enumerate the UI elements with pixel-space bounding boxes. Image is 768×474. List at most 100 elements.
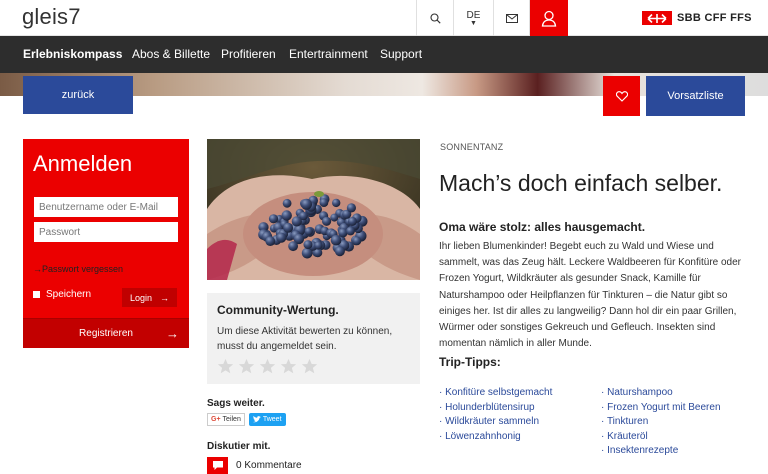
blueberry: [303, 240, 313, 250]
google-icon: G+: [211, 416, 221, 423]
mail-button[interactable]: [493, 0, 530, 36]
twitter-bird-icon: [252, 416, 261, 423]
blueberry: [338, 228, 348, 238]
trip-tip-link[interactable]: Tinkturen: [601, 415, 721, 430]
blueberry: [346, 226, 355, 236]
tweet-button[interactable]: Tweet: [248, 413, 286, 426]
forgot-password-link[interactable]: →Passwort vergessen: [33, 264, 123, 274]
nav-profitieren[interactable]: Profitieren: [221, 47, 276, 61]
star-icon[interactable]: [238, 358, 255, 375]
rating-stars[interactable]: [217, 358, 318, 375]
remember-label: Speichern: [46, 289, 92, 300]
login-panel: Anmelden →Passwort vergessen Speichern L…: [23, 139, 189, 348]
wishlist-button[interactable]: Vorsatzliste: [646, 76, 745, 116]
user-icon: [541, 10, 557, 27]
comment-count: 0 Kommentare: [236, 460, 302, 471]
remember-me[interactable]: Speichern: [33, 289, 91, 300]
sbb-label: SBB CFF FFS: [677, 12, 752, 24]
trip-tips-left: Konfitüre selbstgemacht Holunderblütensi…: [439, 386, 552, 444]
login-button-label: Login: [129, 292, 153, 303]
site-logo[interactable]: gleis7: [22, 4, 81, 30]
blueberries-hands-image: [207, 139, 420, 280]
search-icon: [429, 12, 441, 24]
trip-tip-link[interactable]: Wildkräuter sammeln: [439, 415, 552, 430]
article-body: Ihr lieben Blumenkinder! Begebt euch zu …: [439, 241, 742, 350]
star-icon[interactable]: [259, 358, 276, 375]
blueberry: [281, 210, 292, 221]
google-share-button[interactable]: G+ Teilen: [207, 413, 245, 426]
trip-tips-heading: Trip-Tipps:: [439, 355, 501, 369]
comments-link[interactable]: 0 Kommentare: [207, 457, 302, 474]
article-kicker: SONNENTANZ: [440, 142, 504, 152]
remember-checkbox[interactable]: [33, 291, 40, 298]
nav-erlebniskompass[interactable]: Erlebniskompass: [23, 47, 122, 61]
blueberry: [330, 234, 342, 246]
blueberry: [282, 198, 292, 208]
chevron-down-icon: ▼: [470, 19, 477, 27]
trip-tip-link[interactable]: Holunderblütensirup: [439, 401, 552, 416]
arrow-right-icon: →: [33, 264, 42, 274]
trip-tip-link[interactable]: Naturshampoo: [601, 386, 721, 401]
username-input[interactable]: [34, 197, 178, 217]
blueberry: [283, 222, 294, 233]
community-text: Um diese Aktivität bewerten zu können, m…: [217, 326, 393, 352]
mail-icon: [505, 13, 518, 23]
blueberry: [330, 213, 339, 222]
share-heading: Sags weiter.: [207, 398, 265, 409]
star-icon[interactable]: [301, 358, 318, 375]
top-bar: gleis7 DE ▼ SBB CFF FFS: [0, 0, 768, 36]
trip-tip-link[interactable]: Frozen Yogurt mit Beeren: [601, 401, 720, 416]
nav-abos-billette[interactable]: Abos & Billette: [132, 47, 210, 61]
main-nav: Erlebniskompass Abos & Billette Profitie…: [0, 36, 768, 73]
register-label: Registrieren: [79, 328, 133, 339]
star-icon[interactable]: [217, 358, 234, 375]
article-subhead: Oma wäre stolz: alles hausgemacht.: [439, 220, 646, 234]
back-button[interactable]: zurück: [23, 76, 133, 114]
tweet-label: Tweet: [262, 416, 282, 423]
star-icon[interactable]: [280, 358, 297, 375]
sbb-logo-icon: [642, 11, 672, 25]
discuss-heading: Diskutier mit.: [207, 441, 271, 452]
heart-icon: [615, 90, 628, 102]
blueberry: [265, 236, 276, 246]
blueberry: [314, 241, 323, 250]
trip-tip-link[interactable]: Kräuteröl: [601, 430, 721, 445]
community-title: Community-Wertung.: [217, 303, 339, 317]
trip-tip-link[interactable]: Konfitüre selbstgemacht: [439, 386, 552, 401]
nav-support[interactable]: Support: [380, 47, 422, 61]
blueberry: [291, 216, 302, 227]
search-button[interactable]: [416, 0, 453, 36]
favorite-button[interactable]: [603, 76, 640, 116]
blueberry: [304, 227, 313, 236]
arrow-right-icon: →: [166, 326, 179, 341]
blueberry: [347, 216, 357, 226]
leaf: [314, 191, 324, 197]
trip-tip-link[interactable]: Löwenzahnhonig: [439, 430, 552, 445]
login-button[interactable]: Login →: [122, 288, 177, 307]
blueberry: [276, 232, 287, 243]
blueberry: [301, 198, 312, 210]
blueberry: [319, 198, 329, 207]
article-headline: Mach’s doch einfach selber.: [439, 170, 723, 196]
blueberry: [268, 214, 279, 224]
share-buttons: G+ Teilen Tweet: [207, 413, 286, 426]
comment-icon: [207, 457, 228, 474]
login-title: Anmelden: [33, 151, 133, 176]
google-share-label: Teilen: [222, 416, 241, 423]
trip-tip-link[interactable]: Insektenrezepte: [601, 444, 721, 459]
blueberry: [288, 241, 298, 252]
arrow-right-icon: →: [160, 292, 170, 303]
nav-entertrainment[interactable]: Entertrainment: [289, 47, 368, 61]
language-selector[interactable]: DE ▼: [453, 0, 493, 36]
sbb-brand[interactable]: SBB CFF FFS: [642, 11, 752, 25]
blueberry: [352, 236, 362, 246]
community-rating-panel: Community-Wertung. Um diese Aktivität be…: [207, 293, 420, 384]
blueberry: [332, 198, 341, 208]
password-input[interactable]: [34, 222, 178, 242]
trip-tips-right: Naturshampoo Frozen Yogurt mit Beeren Ti…: [601, 386, 721, 459]
user-button[interactable]: [530, 0, 568, 36]
register-button[interactable]: Registrieren →: [23, 318, 189, 348]
activity-photo: [207, 139, 420, 280]
blueberry: [322, 216, 332, 226]
blueberry: [346, 203, 356, 213]
